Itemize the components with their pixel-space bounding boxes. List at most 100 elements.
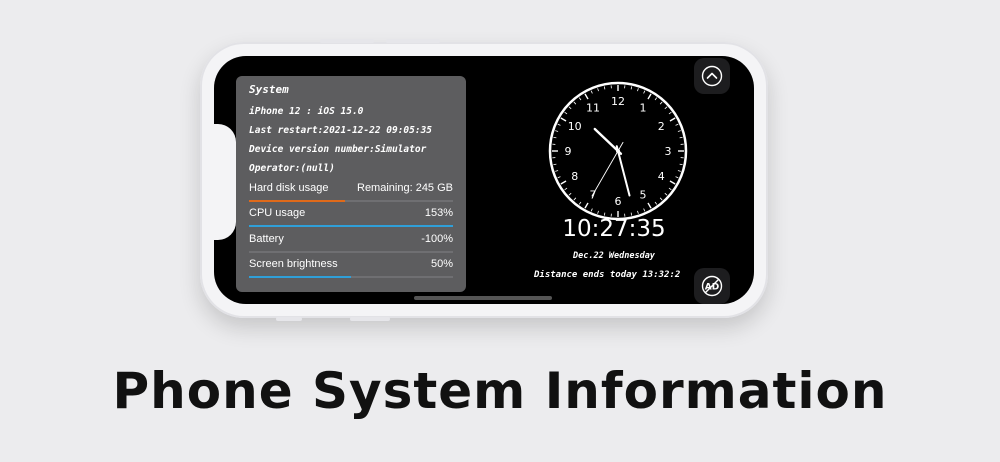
notch bbox=[214, 124, 236, 240]
clock-tick bbox=[560, 180, 567, 185]
clock-tick bbox=[555, 130, 559, 132]
clock-tick bbox=[647, 93, 652, 100]
device-version: Device version number:Simulator bbox=[249, 144, 427, 155]
digital-time: 10:27:35 bbox=[562, 216, 666, 242]
clock-tick bbox=[643, 90, 646, 94]
clock-tick bbox=[637, 88, 639, 92]
clock-tick bbox=[584, 93, 589, 100]
clock-tick bbox=[597, 88, 599, 92]
clock-tick bbox=[659, 101, 663, 105]
volume-button-top bbox=[320, 39, 374, 43]
battery-bar bbox=[249, 251, 453, 253]
metric-cpu: CPU usage 153% bbox=[249, 207, 453, 219]
clock-tick bbox=[573, 101, 577, 105]
metric-label: CPU usage bbox=[249, 207, 306, 219]
clock-tick bbox=[654, 201, 658, 205]
clock-tick bbox=[677, 170, 681, 172]
clock-number: 6 bbox=[615, 195, 622, 208]
metric-label: Battery bbox=[249, 233, 284, 245]
metric-value: 50% bbox=[430, 258, 453, 270]
clock-number: 9 bbox=[565, 145, 572, 158]
phone-screen: System iPhone 12 : iOS 15.0 Last restart… bbox=[214, 56, 754, 304]
metric-value: 153% bbox=[424, 207, 453, 219]
clock-tick bbox=[557, 176, 561, 179]
headline: Phone System Information bbox=[112, 362, 888, 420]
metric-battery: Battery -100% bbox=[249, 233, 453, 245]
clock-tick bbox=[659, 197, 663, 201]
clock-tick bbox=[584, 202, 589, 209]
clock-number: 8 bbox=[571, 170, 578, 183]
clock-tick bbox=[568, 106, 572, 110]
clock-tick bbox=[553, 163, 557, 166]
clock-tick bbox=[564, 111, 568, 115]
clock-tick bbox=[679, 163, 683, 166]
clock-center bbox=[616, 149, 620, 153]
clock-tick bbox=[630, 86, 633, 90]
hard-disk-bar-fill bbox=[249, 200, 345, 202]
device-model: iPhone 12 : iOS 15.0 bbox=[249, 106, 364, 117]
analog-clock: 121234567891011 bbox=[548, 81, 688, 221]
clock-number: 11 bbox=[586, 102, 600, 115]
clock-tick bbox=[578, 201, 582, 205]
clock-tick bbox=[578, 97, 582, 101]
metric-label: Hard disk usage bbox=[249, 182, 329, 194]
metric-brightness: Screen brightness 50% bbox=[249, 258, 453, 270]
hard-disk-bar bbox=[249, 200, 453, 202]
clock-tick bbox=[675, 176, 679, 179]
clock-number: 10 bbox=[568, 120, 582, 133]
clock-number: 4 bbox=[658, 170, 665, 183]
brightness-bar bbox=[249, 276, 453, 278]
clock-tick bbox=[564, 187, 568, 191]
metric-label: Screen brightness bbox=[249, 258, 338, 270]
system-panel: System iPhone 12 : iOS 15.0 Last restart… bbox=[236, 76, 466, 292]
home-indicator bbox=[414, 296, 552, 300]
clock-tick bbox=[590, 90, 593, 94]
countdown-label: Distance ends today 13:32:2 bbox=[534, 270, 681, 280]
power-button bbox=[350, 317, 390, 321]
clock-tick bbox=[669, 180, 676, 185]
clock-tick bbox=[668, 111, 672, 115]
cpu-bar-fill bbox=[249, 225, 453, 227]
clock-number: 1 bbox=[640, 102, 647, 115]
clock-tick bbox=[590, 208, 593, 212]
minute-hand bbox=[615, 145, 631, 197]
clock-tick bbox=[643, 208, 646, 212]
metric-value: -100% bbox=[421, 233, 453, 245]
clock-number: 12 bbox=[611, 95, 625, 108]
remove-ads-button[interactable]: AD bbox=[694, 268, 730, 304]
clock-number: 5 bbox=[640, 188, 647, 201]
clock-tick bbox=[560, 117, 567, 122]
panel-title: System bbox=[249, 83, 289, 96]
clock-tick bbox=[557, 123, 561, 126]
metric-value: Remaining: 245 GB bbox=[357, 182, 453, 194]
brightness-bar-fill bbox=[249, 276, 351, 278]
cpu-bar bbox=[249, 225, 453, 227]
clock-tick bbox=[669, 117, 676, 122]
clock-tick bbox=[679, 136, 683, 139]
clock-tick bbox=[647, 202, 652, 209]
clock-tick bbox=[677, 130, 681, 132]
volume-button-bottom bbox=[386, 39, 440, 43]
operator: Operator:(null) bbox=[249, 163, 335, 174]
clock-tick bbox=[573, 197, 577, 201]
clock-tick bbox=[637, 210, 639, 214]
clock-tick bbox=[553, 136, 557, 139]
clock-tick bbox=[603, 86, 606, 90]
collapse-button[interactable] bbox=[694, 58, 730, 94]
date-label: Dec.22 Wednesday bbox=[573, 251, 655, 261]
clock-tick bbox=[568, 192, 572, 196]
clock-tick bbox=[675, 123, 679, 126]
clock-tick bbox=[597, 210, 599, 214]
clock-tick bbox=[654, 97, 658, 101]
clock-tick bbox=[555, 170, 559, 172]
last-restart: Last restart:2021-12-22 09:05:35 bbox=[249, 125, 433, 136]
clock-tick bbox=[664, 192, 668, 196]
clock-tick bbox=[664, 106, 668, 110]
no-ads-icon: AD bbox=[701, 275, 723, 297]
metric-hard-disk: Hard disk usage Remaining: 245 GB bbox=[249, 182, 453, 194]
clock-number: 2 bbox=[658, 120, 665, 133]
phone-frame: System iPhone 12 : iOS 15.0 Last restart… bbox=[200, 39, 768, 321]
clock-number: 3 bbox=[665, 145, 672, 158]
chevron-up-icon bbox=[701, 65, 723, 87]
clock-tick bbox=[668, 187, 672, 191]
